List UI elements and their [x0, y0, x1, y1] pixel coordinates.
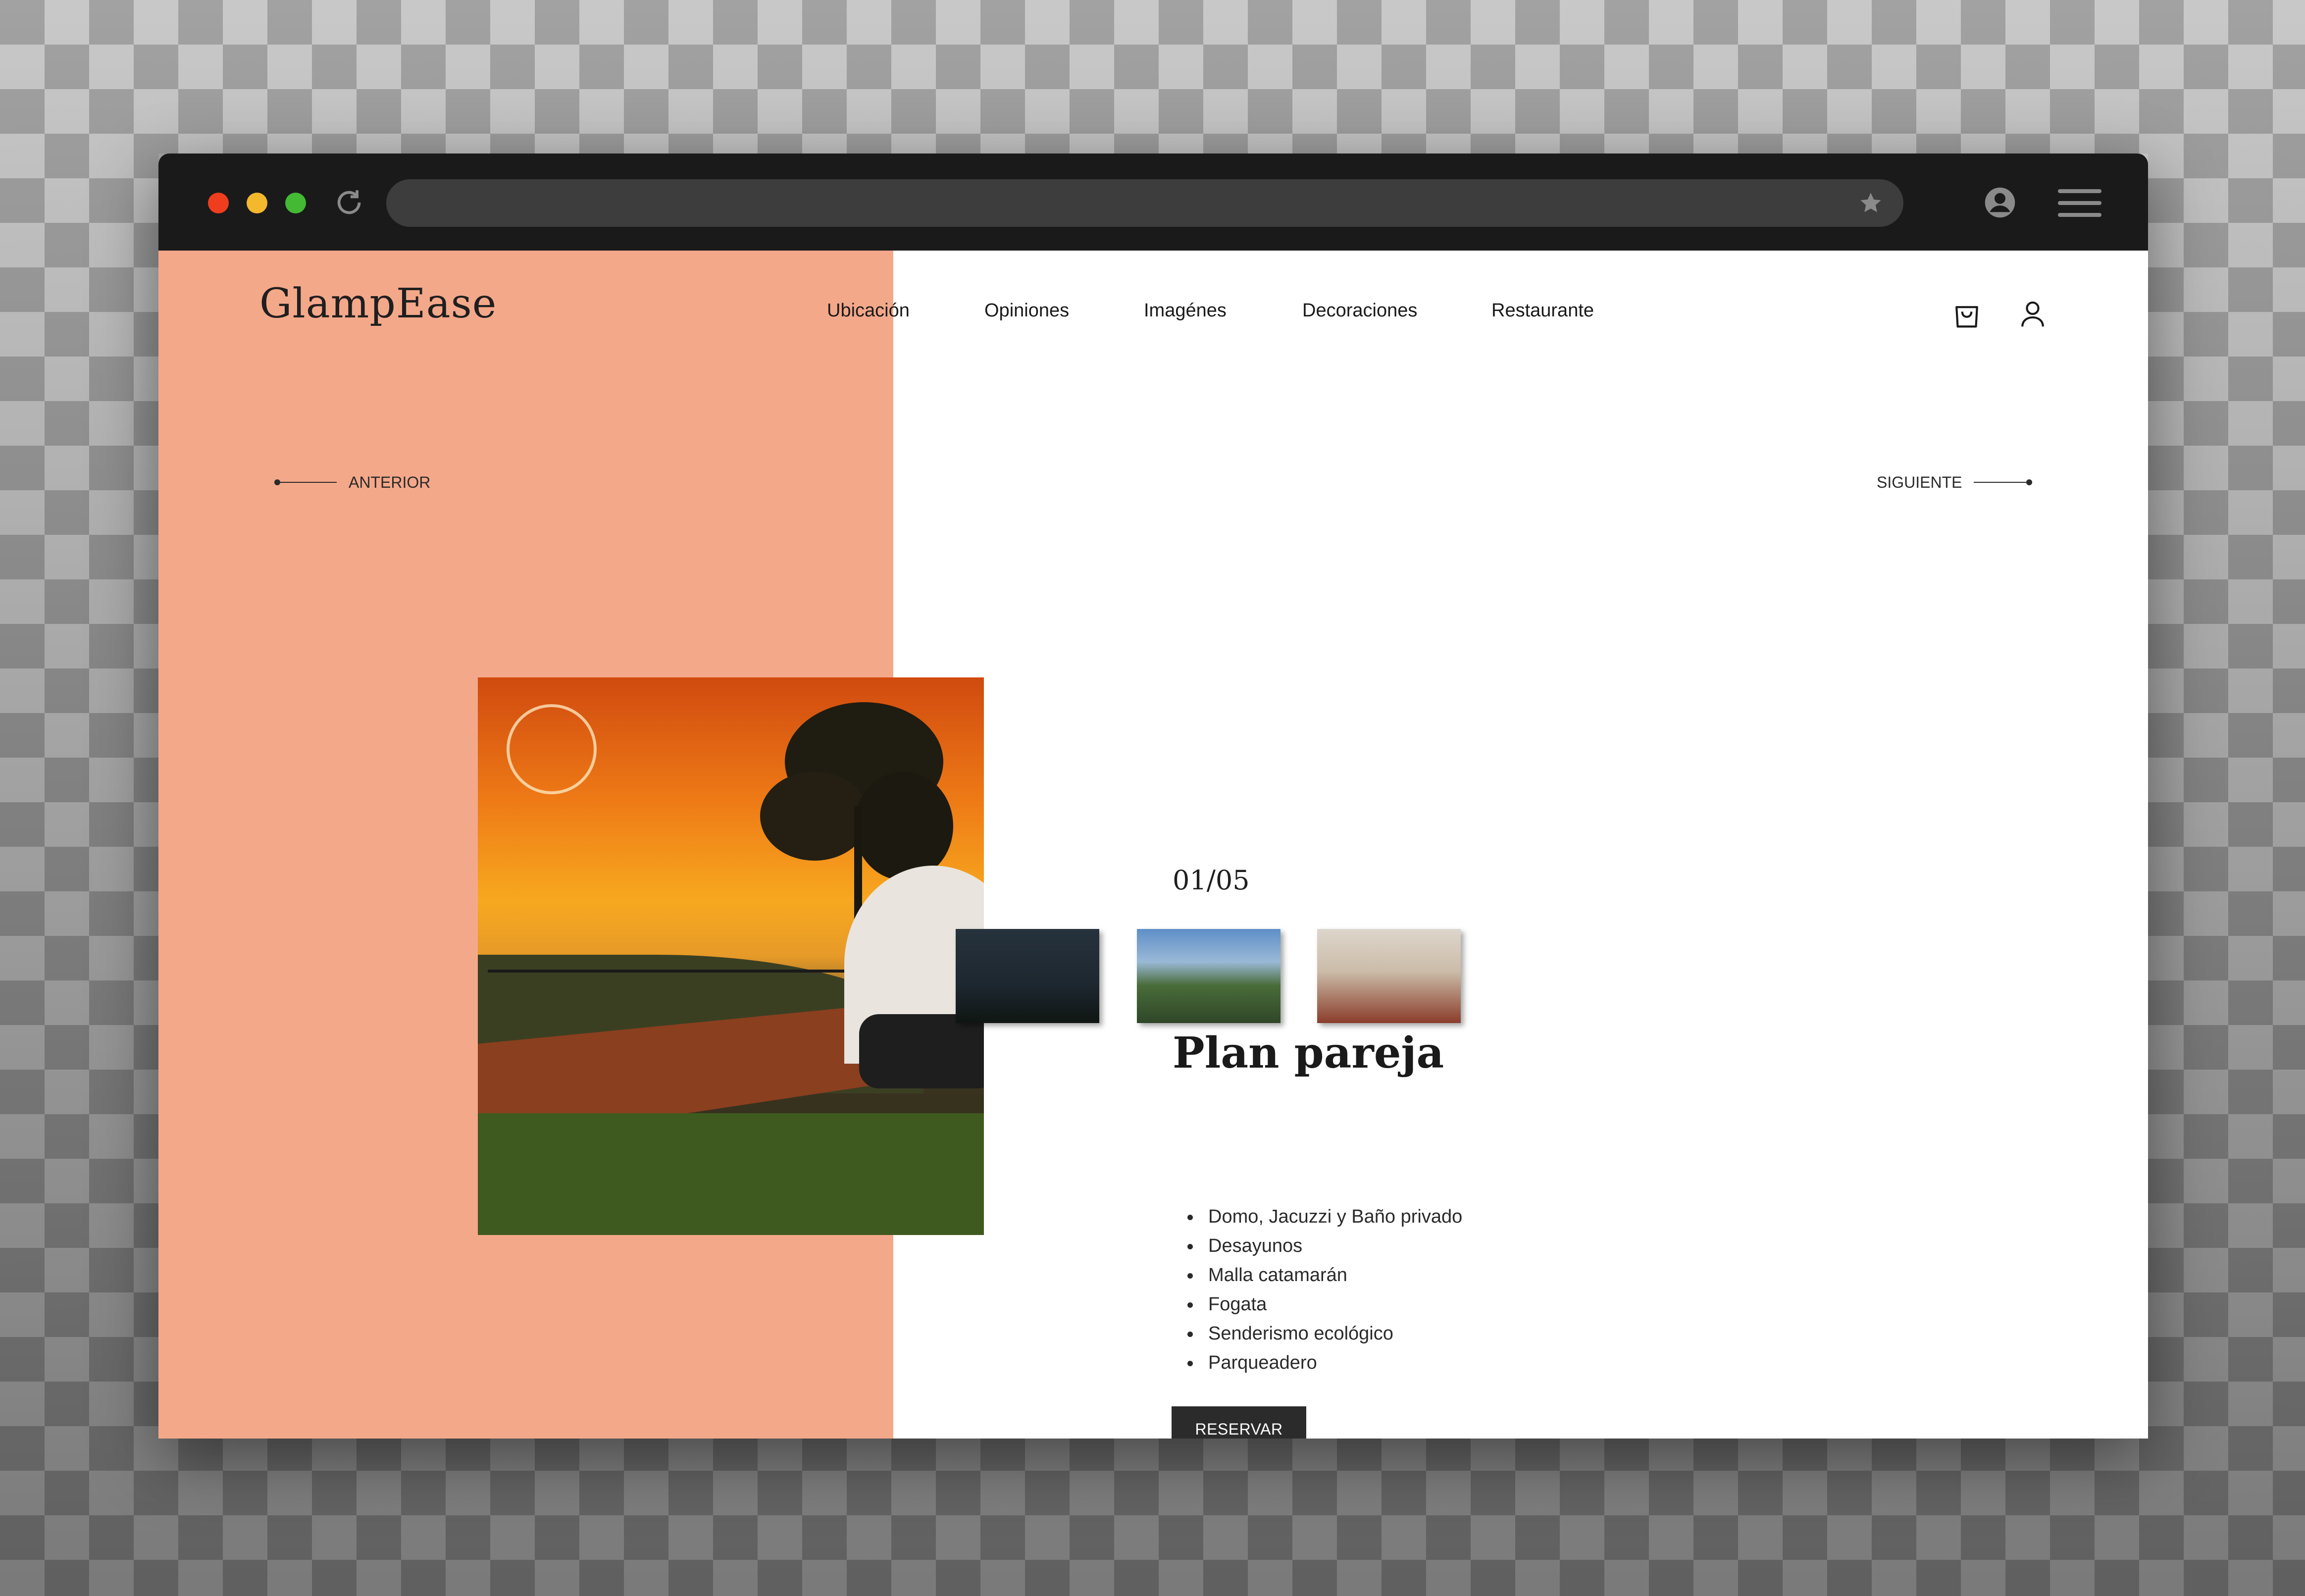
menu-icon[interactable]: [2058, 189, 2101, 217]
previous-slide-button[interactable]: ANTERIOR: [274, 471, 431, 493]
previous-label: ANTERIOR: [349, 473, 431, 491]
user-icon[interactable]: [2019, 299, 2047, 329]
feature-list: Domo, Jacuzzi y Baño privado Desayunos M…: [1187, 1202, 1462, 1378]
jacuzzi: [859, 1014, 984, 1088]
previous-arrow-icon: [274, 479, 337, 485]
feature-item: Desayunos: [1187, 1232, 1462, 1261]
reload-icon[interactable]: [332, 185, 366, 220]
feature-item: Parqueadero: [1187, 1348, 1462, 1378]
feature-item: Malla catamarán: [1187, 1261, 1462, 1290]
reserve-button[interactable]: RESERVAR: [1172, 1406, 1306, 1439]
next-label: SIGUIENTE: [1877, 473, 1962, 491]
browser-window: GlampEase Ubicación Opiniones Imagénes D…: [158, 154, 2148, 1439]
nav-link-ubicacion[interactable]: Ubicación: [827, 300, 910, 321]
browser-toolbar: [158, 154, 2148, 251]
close-window-button[interactable]: [208, 193, 229, 213]
thumbnail-bedroom[interactable]: [1317, 929, 1461, 1023]
nav-link-imagenes[interactable]: Imagénes: [1144, 300, 1227, 321]
next-slide-button[interactable]: SIGUIENTE: [1877, 471, 2033, 493]
feature-item: Domo, Jacuzzi y Baño privado: [1187, 1202, 1462, 1232]
thumbnail-night-sky[interactable]: [956, 929, 1099, 1023]
feature-item: Senderismo ecológico: [1187, 1319, 1462, 1348]
web-page: GlampEase Ubicación Opiniones Imagénes D…: [158, 251, 2148, 1439]
nav-link-opiniones[interactable]: Opiniones: [984, 300, 1069, 321]
site-logo[interactable]: GlampEase: [259, 280, 497, 327]
account-icon[interactable]: [1984, 186, 2016, 219]
slide-counter: 01/05: [1173, 865, 1250, 896]
thumbnail-dome-landscape[interactable]: [1137, 929, 1281, 1023]
feature-item: Fogata: [1187, 1290, 1462, 1319]
maximize-window-button[interactable]: [285, 193, 306, 213]
address-bar[interactable]: [386, 179, 1903, 227]
reserve-seal-logo: [507, 704, 597, 794]
plan-title: Plan pareja: [1173, 1028, 1444, 1078]
cart-icon[interactable]: [1953, 299, 1981, 329]
nav-link-decoraciones[interactable]: Decoraciones: [1302, 300, 1417, 321]
star-icon[interactable]: [1858, 190, 1884, 216]
nav-link-restaurante[interactable]: Restaurante: [1491, 300, 1594, 321]
next-arrow-icon: [1974, 479, 2033, 485]
hero-image-glamping-dome: [478, 677, 984, 1235]
minimize-window-button[interactable]: [247, 193, 267, 213]
